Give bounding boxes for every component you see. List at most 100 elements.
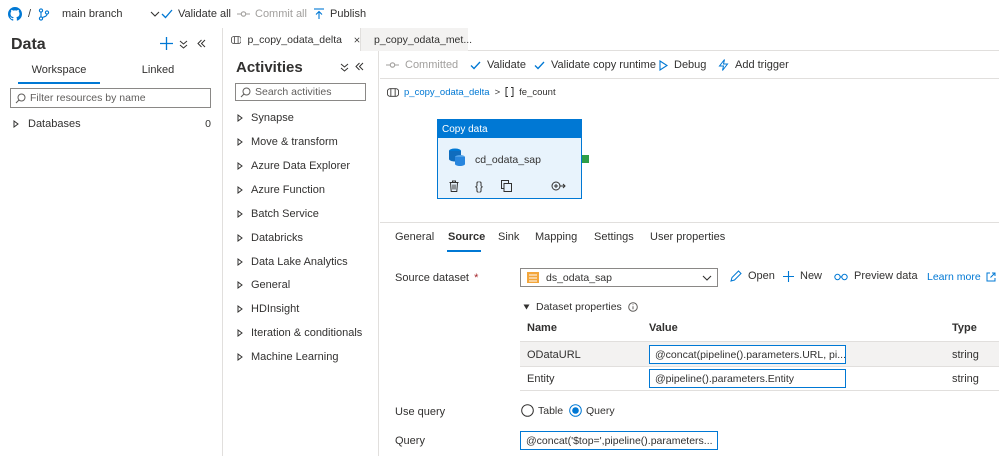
branch-icon: [38, 7, 50, 21]
activity-group-label: Azure Data Explorer: [251, 160, 351, 172]
validate-all-button[interactable]: Validate all: [161, 0, 231, 28]
publish-button[interactable]: Publish: [313, 0, 366, 28]
top-toolbar: / main branch Validate all Commit all Pu…: [0, 0, 999, 28]
open-button[interactable]: Open: [730, 270, 775, 282]
collapse-all-icon[interactable]: [340, 63, 349, 72]
active-tab-indicator: [18, 82, 100, 84]
tab-workspace[interactable]: Workspace: [18, 64, 100, 76]
chevron-right-icon: [237, 138, 243, 146]
checkmark-icon: [161, 9, 173, 19]
query-label: Query: [395, 435, 425, 447]
trash-icon[interactable]: [449, 180, 459, 192]
minimize-pane-icon[interactable]: [197, 39, 206, 48]
entity-value-input[interactable]: @pipeline().parameters.Entity: [649, 369, 846, 388]
publish-label: Publish: [330, 8, 367, 20]
radio-table[interactable]: Table: [521, 404, 563, 417]
activity-group-batch-service[interactable]: Batch Service: [237, 208, 319, 220]
success-port[interactable]: [582, 155, 589, 163]
activity-group-label: HDInsight: [251, 303, 300, 315]
tree-item-databases[interactable]: Databases 0: [13, 117, 213, 131]
radio-query[interactable]: Query: [569, 404, 615, 417]
tab-sink[interactable]: Sink: [498, 231, 519, 253]
tab-settings[interactable]: Settings: [594, 231, 634, 253]
search-activities-input[interactable]: Search activities: [235, 83, 366, 101]
activity-group-data-lake-analytics[interactable]: Data Lake Analytics: [237, 256, 348, 268]
filter-resources-input[interactable]: Filter resources by name: [10, 88, 211, 108]
activity-group-synapse[interactable]: Synapse: [237, 112, 294, 124]
tree-item-count: 0: [205, 118, 211, 130]
code-icon[interactable]: {}: [475, 179, 483, 193]
odataurl-value-input[interactable]: @concat(pipeline().parameters.URL, pi...: [649, 345, 846, 364]
activity-group-label: Azure Function: [251, 184, 325, 196]
checkmark-icon: [534, 61, 545, 69]
new-button[interactable]: New: [783, 270, 822, 282]
tab-general[interactable]: General: [395, 231, 434, 253]
add-trigger-button[interactable]: Add trigger: [718, 57, 789, 73]
radio-query-label: Query: [586, 404, 615, 417]
activity-group-databricks[interactable]: Databricks: [237, 232, 303, 244]
chevron-down-icon: [702, 275, 712, 281]
committed-button[interactable]: Committed: [386, 57, 458, 73]
activity-group-hdinsight[interactable]: HDInsight: [237, 303, 299, 315]
activity-group-azure-data-explorer[interactable]: Azure Data Explorer: [237, 160, 350, 172]
chevron-right-icon: [237, 186, 243, 194]
dataset-properties-grid: Name Value Type ODataURL @concat(pipelin…: [520, 318, 999, 392]
github-icon[interactable]: [8, 0, 22, 28]
chevron-down-icon: [523, 304, 530, 310]
radio-selected-icon: [569, 404, 582, 417]
source-dataset-dropdown[interactable]: ds_odata_sap: [520, 268, 718, 287]
breadcrumb-pipeline-link[interactable]: p_copy_odata_delta: [404, 87, 490, 98]
preview-data-label: Preview data: [854, 270, 918, 282]
query-input[interactable]: @concat('$top=',pipeline().parameters...: [520, 431, 718, 450]
branch-selector[interactable]: main branch: [38, 0, 160, 28]
source-dataset-label: Source dataset *: [395, 272, 479, 284]
learn-more-link[interactable]: Learn more: [927, 271, 996, 283]
validate-copy-runtime-button[interactable]: Validate copy runtime: [534, 57, 656, 73]
chevron-right-icon: [237, 114, 243, 122]
data-pane-title: Data: [11, 36, 46, 53]
toolbar-divider: [380, 78, 999, 79]
add-output-icon[interactable]: [551, 181, 566, 191]
chevron-right-icon: [237, 353, 243, 361]
breadcrumb-separator: >: [494, 86, 501, 98]
activity-group-label: Data Lake Analytics: [251, 256, 348, 268]
debug-button[interactable]: Debug: [659, 57, 706, 73]
validate-button[interactable]: Validate: [470, 57, 526, 73]
preview-data-button[interactable]: Preview data: [834, 270, 918, 282]
activity-group-label: Iteration & conditionals: [251, 327, 363, 339]
plus-icon: [783, 270, 794, 282]
add-trigger-label: Add trigger: [735, 59, 789, 71]
dataset-icon: [527, 272, 539, 283]
add-resource-icon[interactable]: [160, 37, 173, 50]
activity-group-iteration-conditionals[interactable]: Iteration & conditionals: [237, 327, 362, 339]
dataset-properties-toggle[interactable]: Dataset properties: [523, 301, 638, 313]
activity-header: Copy data: [438, 120, 581, 138]
copy-icon[interactable]: [501, 180, 512, 192]
activity-group-label: Databricks: [251, 232, 303, 244]
activity-group-azure-function[interactable]: Azure Function: [237, 184, 325, 196]
activity-group-label: Synapse: [251, 112, 294, 124]
collapse-all-icon[interactable]: [179, 40, 188, 49]
activity-group-machine-learning[interactable]: Machine Learning: [237, 351, 338, 363]
activity-group-general[interactable]: General: [237, 279, 290, 291]
new-label: New: [800, 270, 823, 282]
tab-user-properties[interactable]: User properties: [650, 231, 725, 253]
commit-all-button[interactable]: Commit all: [237, 0, 307, 28]
search-activities-placeholder: Search activities: [255, 86, 332, 98]
minimize-pane-icon[interactable]: [355, 62, 364, 71]
activity-group-move-transform[interactable]: Move & transform: [237, 136, 338, 148]
tab-pipeline-p-copy-odata-delta[interactable]: p_copy_odata_delta: [224, 28, 360, 51]
copy-data-activity[interactable]: Copy data cd_odata_sap {}: [437, 119, 582, 199]
toolbar-separator: /: [28, 8, 32, 20]
chevron-down-icon: [150, 11, 159, 17]
tab-linked[interactable]: Linked: [117, 64, 199, 76]
pencil-icon: [730, 270, 742, 282]
tab-pipeline-p-copy-odata-met[interactable]: p_copy_odata_met...: [360, 28, 472, 51]
open-label: Open: [748, 270, 775, 282]
learn-more-label: Learn more: [927, 271, 981, 283]
external-link-icon: [986, 272, 996, 282]
publish-icon: [314, 8, 324, 19]
lightning-icon: [718, 59, 729, 71]
tab-mapping[interactable]: Mapping: [535, 231, 577, 253]
filter-icon: [15, 93, 26, 103]
